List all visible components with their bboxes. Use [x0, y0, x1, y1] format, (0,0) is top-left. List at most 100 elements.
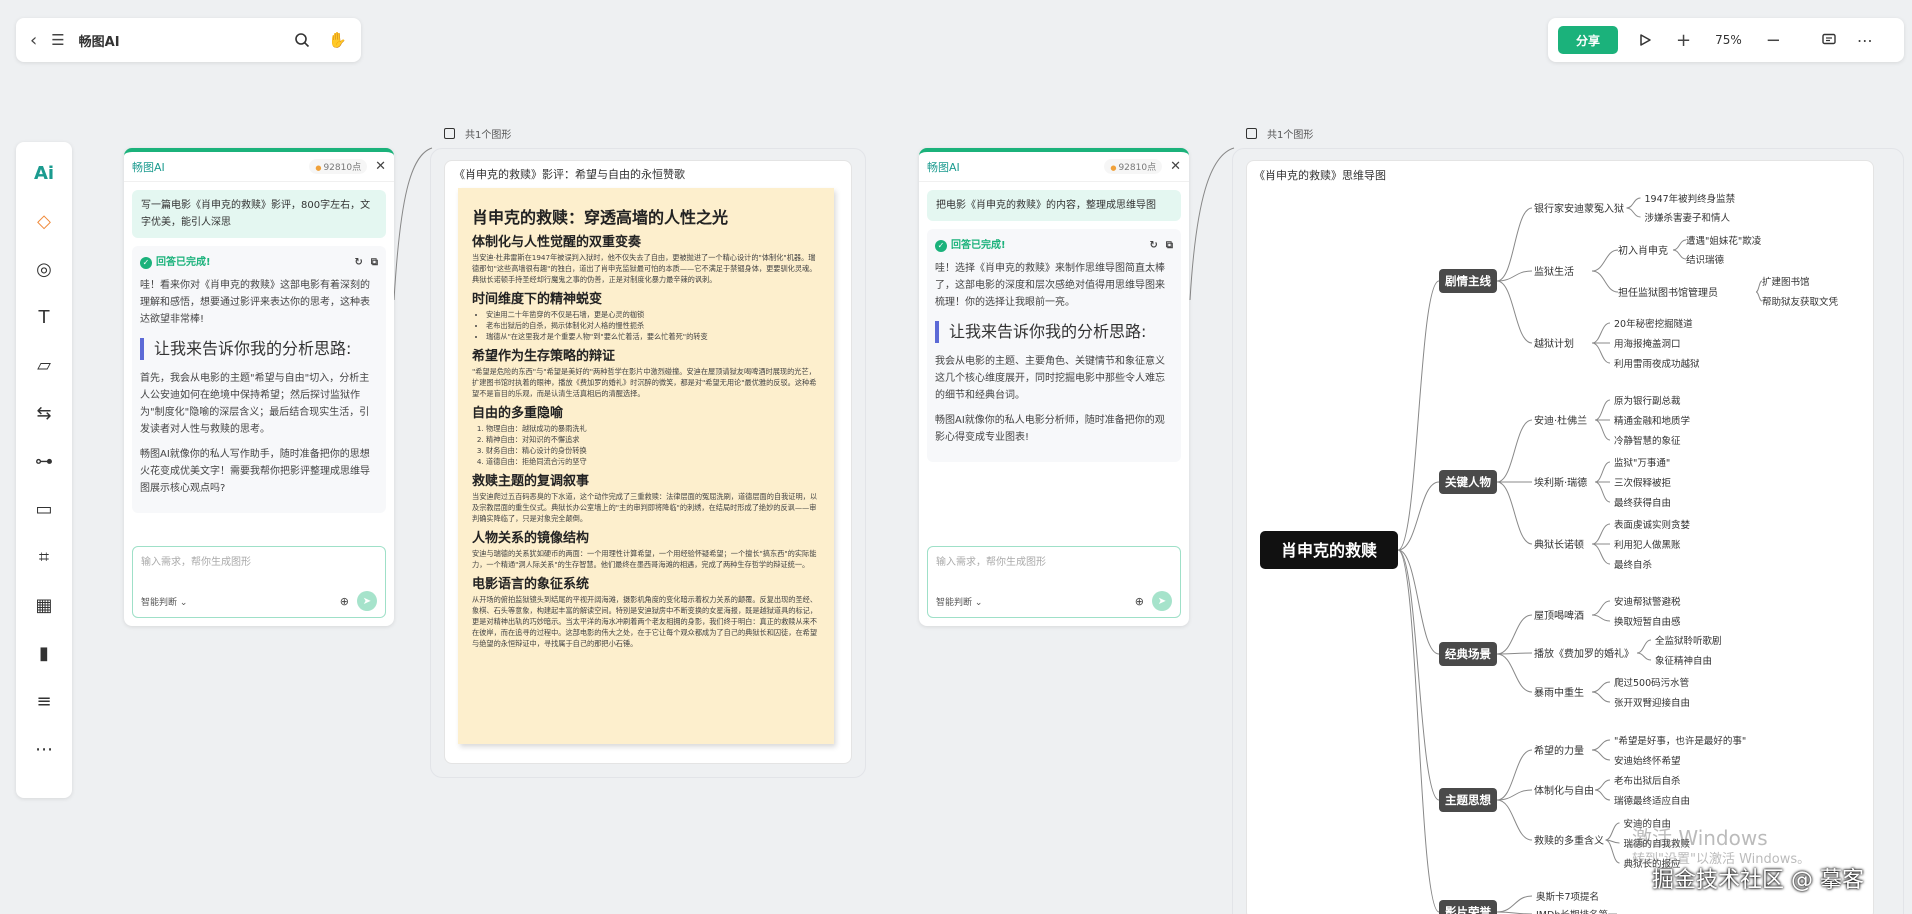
mindmap-edge[interactable]: [1496, 280, 1533, 344]
mindmap-leaf-node[interactable]: 奥斯卡7项提名: [1536, 891, 1599, 903]
mindmap-edge[interactable]: [1672, 239, 1687, 251]
mindmap-edge[interactable]: [1397, 549, 1440, 801]
mindmap-edge[interactable]: [1591, 681, 1611, 693]
mindmap-leaf-node[interactable]: 用海报掩盖洞口: [1614, 338, 1681, 350]
prompt-input[interactable]: 输入需求，帮你生成图形 智能判断 ⌄ ⊕ ➤: [927, 546, 1181, 618]
mindmap-edge[interactable]: [1591, 249, 1619, 272]
attach-icon[interactable]: ⊕: [340, 595, 349, 608]
mindmap-leaf-node[interactable]: 涉嫌杀害妻子和情人: [1645, 212, 1731, 224]
mindmap-leaf-node[interactable]: 全监狱聆听歌剧: [1655, 635, 1722, 647]
mindmap-leaf-node[interactable]: 三次假释被拒: [1614, 477, 1672, 489]
mindmap-edge[interactable]: [1594, 419, 1611, 441]
regenerate-icon[interactable]: ↻: [354, 254, 362, 271]
mindmap-leaf-node[interactable]: 表面虔诚实则贪婪: [1614, 519, 1691, 531]
mindmap-edge[interactable]: [1626, 197, 1641, 209]
document-paper[interactable]: 肖申克的救赎：穿透高墙的人性之光 体制化与人性觉醒的双重变奏 当安迪·杜弗雷斯在…: [458, 188, 834, 744]
mindmap-subtopic-node[interactable]: 监狱生活: [1534, 265, 1574, 278]
mindmap-leaf-node[interactable]: 遭遇"姐妹花"欺凌: [1686, 235, 1762, 247]
mindmap-edge[interactable]: [1591, 523, 1611, 545]
mindmap-leaf-node[interactable]: 安迪帮狱警避税: [1614, 596, 1681, 608]
mindmap-subtopic-node[interactable]: 希望的力量: [1534, 744, 1584, 757]
mindmap-leaf-node[interactable]: 安迪始终怀希望: [1614, 755, 1681, 767]
mindmap-leaf-node[interactable]: "希望是好事，也许是最好的事": [1614, 735, 1746, 747]
mindmap-branch-label[interactable]: 经典场景: [1445, 647, 1491, 661]
mindmap-subtopic-node[interactable]: 银行家安迪蒙冤入狱: [1534, 202, 1624, 215]
mindmap-subtopic-node[interactable]: 暴雨中重生: [1534, 686, 1584, 699]
mindmap-leaf-node[interactable]: 瑞德最终适应自由: [1614, 795, 1690, 807]
mindmap-edge[interactable]: [1496, 749, 1533, 801]
mindmap-subtopic-node[interactable]: 屋顶喝啤酒: [1534, 610, 1584, 622]
mindmap-edge[interactable]: [1591, 600, 1611, 616]
mindmap-leaf-node[interactable]: 利用雷雨夜成功越狱: [1614, 358, 1700, 370]
mode-select[interactable]: 智能判断 ⌄: [141, 595, 340, 608]
mindmap-leaf-node[interactable]: 担任监狱图书馆管理员: [1618, 286, 1718, 299]
mindmap-edge[interactable]: [1591, 342, 1611, 364]
mindmap-edge[interactable]: [1626, 207, 1641, 218]
mindmap-edge[interactable]: [1496, 799, 1533, 841]
mindmap-edge[interactable]: [1591, 322, 1611, 344]
mindmap-edge[interactable]: [1636, 652, 1652, 661]
mindmap-edge[interactable]: [1594, 399, 1611, 421]
mindmap-leaf-node[interactable]: IMDb长期排名第一: [1536, 909, 1618, 914]
prompt-input[interactable]: 输入需求，帮你生成图形 智能判断 ⌄ ⊕ ➤: [132, 546, 386, 618]
mindmap-edge[interactable]: [1591, 739, 1611, 751]
send-button[interactable]: ➤: [357, 591, 377, 611]
copy-icon[interactable]: ⧉: [1166, 237, 1173, 254]
send-button[interactable]: ➤: [1152, 591, 1172, 611]
mindmap-edge[interactable]: [1591, 543, 1611, 565]
mindmap-leaf-node[interactable]: 初入肖申克: [1618, 244, 1668, 257]
mindmap-root-label[interactable]: 肖申克的救赎: [1281, 541, 1377, 560]
mindmap-leaf-node[interactable]: 监狱"万事通": [1614, 457, 1670, 469]
attach-icon[interactable]: ⊕: [1135, 595, 1144, 608]
mindmap-edge[interactable]: [1594, 461, 1611, 483]
mindmap-branch-label[interactable]: 剧情主线: [1445, 274, 1491, 288]
mindmap-leaf-node[interactable]: 原为银行副总裁: [1614, 395, 1681, 407]
mindmap-edge[interactable]: [1591, 270, 1619, 293]
mindmap-leaf-node[interactable]: 1947年被判终身监禁: [1645, 193, 1736, 205]
mindmap-branch-label[interactable]: 关键人物: [1445, 475, 1491, 489]
mindmap-edge[interactable]: [1594, 481, 1611, 503]
mindmap-leaf-node[interactable]: 最终获得自由: [1614, 497, 1671, 509]
mindmap-edge[interactable]: [1591, 691, 1611, 703]
mindmap-leaf-node[interactable]: 冷静智慧的象征: [1614, 435, 1681, 447]
mindmap-leaf-node[interactable]: 扩建图书馆: [1762, 276, 1810, 288]
mindmap-edge[interactable]: [1594, 779, 1611, 791]
mindmap-edge[interactable]: [1636, 639, 1652, 654]
mindmap-leaf-node[interactable]: 精通金融和地质学: [1614, 415, 1690, 427]
mindmap-edge[interactable]: [1496, 614, 1533, 655]
mindmap-subtopic-node[interactable]: 典狱长诺顿: [1534, 538, 1584, 551]
copy-icon[interactable]: ⧉: [371, 254, 378, 271]
mindmap-leaf-node[interactable]: 利用犯人做黑账: [1614, 539, 1681, 551]
mindmap-edge[interactable]: [1397, 280, 1440, 551]
mindmap-leaf-node[interactable]: 老布出狱后自杀: [1614, 775, 1681, 787]
mindmap-leaf-node[interactable]: 结识瑞德: [1686, 254, 1725, 266]
mindmap-leaf-node[interactable]: 最终自杀: [1614, 559, 1652, 571]
mindmap-leaf-node[interactable]: 张开双臂迎接自由: [1614, 697, 1690, 709]
mindmap-leaf-node[interactable]: 帮助狱友获取文凭: [1762, 296, 1839, 308]
mindmap-edge[interactable]: [1496, 419, 1533, 483]
mindmap-edge[interactable]: [1591, 749, 1611, 761]
mindmap-subtopic-node[interactable]: 播放《费加罗的婚礼》: [1534, 647, 1634, 660]
mindmap-edge[interactable]: [1605, 822, 1620, 841]
mindmap-edge[interactable]: [1496, 653, 1533, 693]
close-icon[interactable]: ✕: [1170, 159, 1181, 174]
mindmap-edge[interactable]: [1594, 789, 1611, 801]
mindmap-edge[interactable]: [1496, 270, 1533, 282]
mindmap-leaf-node[interactable]: 换取短暂自由感: [1614, 616, 1681, 628]
mindmap-edge[interactable]: [1496, 481, 1533, 545]
mindmap-subtopic-node[interactable]: 安迪·杜佛兰: [1534, 414, 1587, 427]
mindmap-leaf-node[interactable]: 爬过500码污水管: [1614, 677, 1689, 689]
mindmap-leaf-node[interactable]: 象征精神自由: [1655, 655, 1712, 667]
regenerate-icon[interactable]: ↻: [1149, 237, 1157, 254]
mindmap-edge[interactable]: [1397, 549, 1440, 655]
mode-select[interactable]: 智能判断 ⌄: [936, 595, 1135, 608]
close-icon[interactable]: ✕: [375, 159, 386, 174]
mindmap-edge[interactable]: [1591, 614, 1611, 622]
mindmap-edge[interactable]: [1496, 207, 1533, 282]
mindmap-edge[interactable]: [1496, 895, 1533, 913]
mindmap-branch-label[interactable]: 主题思想: [1445, 793, 1491, 807]
mindmap-subtopic-node[interactable]: 救赎的多重含义: [1534, 834, 1604, 847]
mindmap-branch-label[interactable]: 影片荣誉: [1445, 905, 1491, 914]
mindmap-leaf-node[interactable]: 20年秘密挖掘隧道: [1614, 318, 1693, 330]
mindmap-edge[interactable]: [1672, 249, 1687, 260]
